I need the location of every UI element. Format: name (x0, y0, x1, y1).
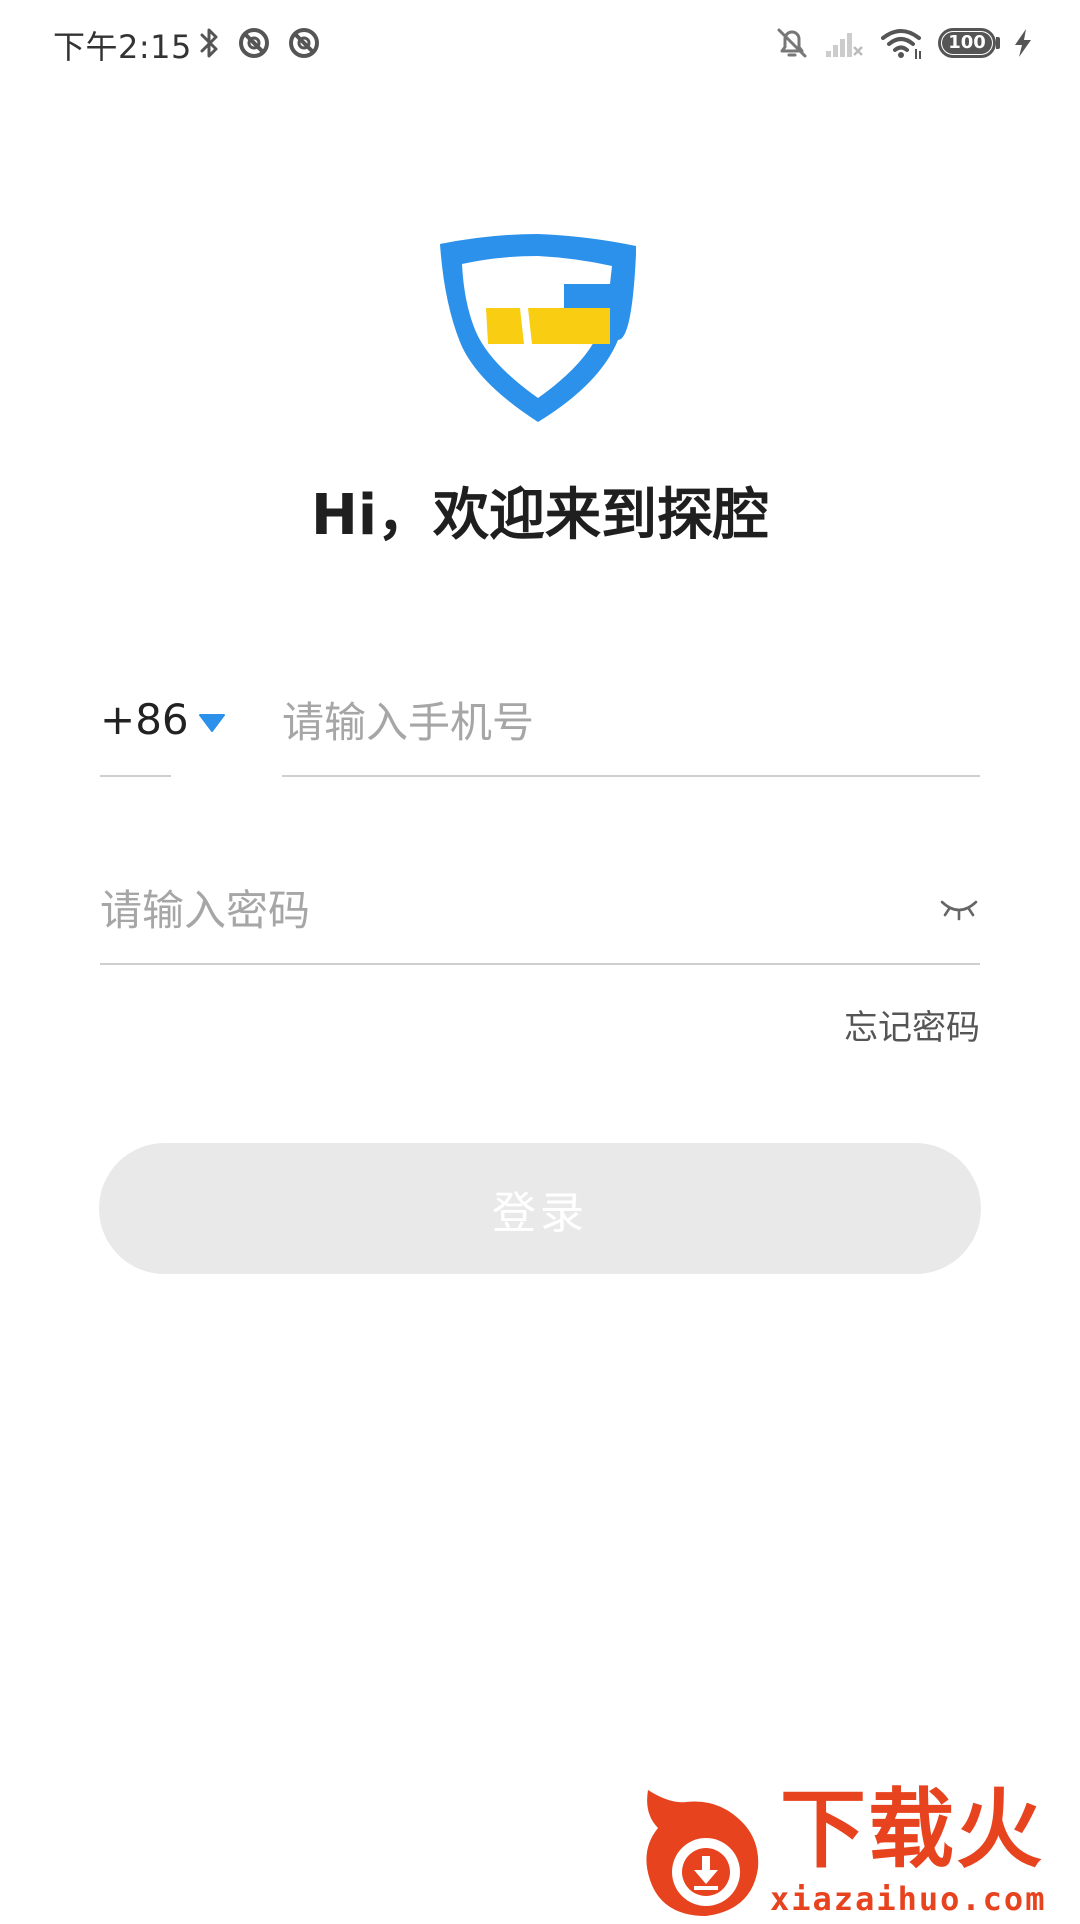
battery-icon: 100 (938, 28, 1002, 58)
status-time: 下午2:15 (53, 28, 192, 66)
no-signal-icon (824, 25, 864, 61)
watermark-url: xiazaihuo.com (770, 1880, 1047, 1918)
password-input-underline (100, 963, 980, 965)
mute-icon (774, 25, 810, 61)
login-button[interactable]: 登录 (99, 1143, 981, 1274)
eye-closed-icon[interactable] (938, 894, 980, 924)
phone-input-underline (282, 775, 980, 777)
sync-icon (237, 25, 271, 61)
triangle-down-icon[interactable] (198, 713, 226, 737)
sync-icon (287, 25, 321, 61)
status-bar: 下午2:15 100 (0, 0, 1080, 90)
watermark: 下载火 xiazaihuo.com (640, 1780, 1080, 1920)
forgot-password-link[interactable]: 忘记密码 (844, 1000, 980, 1049)
flame-download-icon (640, 1784, 770, 1920)
country-code-selector[interactable]: +86 (100, 695, 189, 744)
bluetooth-icon (198, 25, 222, 61)
shield-logo-icon (440, 232, 640, 432)
watermark-name: 下载火 (780, 1780, 1044, 1880)
charging-icon (1012, 25, 1034, 61)
battery-level: 100 (948, 32, 986, 53)
password-input[interactable] (100, 876, 900, 944)
welcome-title: Hi，欢迎来到探腔 (310, 483, 770, 548)
phone-number-input[interactable] (282, 688, 982, 756)
country-code-underline (100, 775, 171, 777)
wifi-icon (880, 25, 924, 61)
